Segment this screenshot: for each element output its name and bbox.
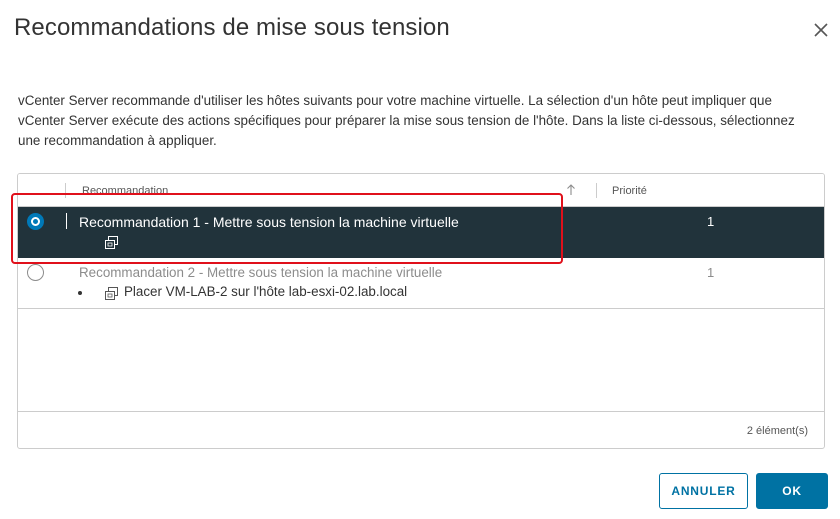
grid-header: Recommandation Priorité [18,174,824,207]
cancel-button[interactable]: ANNULER [659,473,748,509]
arrow-up-icon[interactable] [565,183,577,197]
column-separator[interactable] [596,183,597,198]
column-separator[interactable] [65,183,66,198]
recommendation-priority: 1 [707,265,715,280]
table-row[interactable]: Recommandation 1 - Mettre sous tension l… [18,207,824,258]
column-header-recommendation[interactable]: Recommandation [82,185,168,197]
column-header-priority[interactable]: Priorité [612,185,647,197]
item-count: 2 élément(s) [746,425,808,437]
list-bullet [78,291,82,295]
vm-icon [104,286,119,301]
close-button[interactable] [811,20,831,40]
recommendation-action: Placer VM-LAB-2 sur l'hôte lab-esxi-02.l… [124,284,408,299]
recommendation-2-radio[interactable] [27,264,44,281]
vm-icon [104,235,119,250]
recommendation-title: Recommandation 1 - Mettre sous tension l… [79,214,459,230]
grid-footer: 2 élément(s) [18,411,824,448]
recommendations-grid: Recommandation Priorité Recommandation 1… [17,173,825,449]
table-row[interactable]: Recommandation 2 - Mettre sous tension l… [18,258,824,309]
ok-button[interactable]: OK [756,473,828,509]
dialog-title: Recommandations de mise sous tension [14,14,450,41]
recommendation-priority: 1 [707,214,715,229]
close-icon [814,23,828,37]
dialog-description: vCenter Server recommande d'utiliser les… [18,93,795,148]
cell-separator [66,213,67,229]
recommendation-title: Recommandation 2 - Mettre sous tension l… [79,265,443,280]
recommendation-1-radio[interactable] [27,213,44,230]
